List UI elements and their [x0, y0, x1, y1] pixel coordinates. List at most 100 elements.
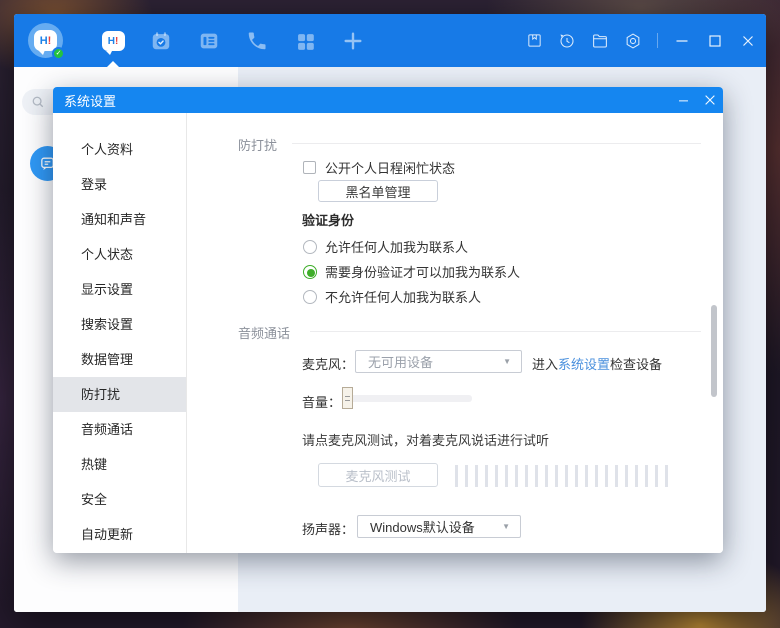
chevron-down-icon: ▼	[502, 522, 510, 531]
plus-icon	[342, 30, 364, 52]
user-avatar[interactable]: H! ✓	[28, 23, 65, 60]
meter-bar	[605, 465, 608, 487]
volume-label: 音量：	[302, 395, 342, 410]
verify-option[interactable]: 不允许任何人加我为联系人	[303, 284, 520, 309]
meter-bar	[455, 465, 458, 487]
speaker-label: 扬声器：	[302, 522, 355, 537]
sidebar-item[interactable]: 音频通话	[53, 412, 186, 447]
hint-suffix: 检查设备	[610, 357, 663, 372]
sidebar-item[interactable]: 防打扰	[53, 377, 186, 412]
add-button[interactable]	[341, 29, 365, 53]
dialog-header[interactable]: 系统设置	[53, 87, 723, 113]
system-settings-link[interactable]: 系统设置	[558, 357, 610, 372]
sidebar-item[interactable]: 热键	[53, 447, 186, 482]
blacklist-manage-button[interactable]: 黑名单管理	[318, 180, 438, 202]
meter-bar	[585, 465, 588, 487]
tab-apps[interactable]	[293, 29, 317, 53]
settings-sidebar: 个人资料 登录 通知和声音 个人状态 显示设置 搜索设置 数据管理 防打扰 音频通话 热键 安全 自动…	[53, 113, 187, 553]
verify-option-label: 需要身份验证才可以加我为联系人	[325, 265, 521, 280]
settings-dialog: 系统设置 个人资料 登录 通知和声音 个人状态 显示设置 搜索设置 数据管理 防打扰 音频通话热…	[53, 87, 723, 553]
dialog-close-button[interactable]	[702, 92, 718, 108]
folder-icon	[591, 32, 609, 50]
volume-slider-track[interactable]	[348, 395, 472, 402]
volume-slider-handle[interactable]	[342, 387, 353, 409]
radio-icon[interactable]	[303, 289, 317, 304]
mic-system-hint: 进入系统设置检查设备	[532, 354, 662, 373]
meter-bar	[545, 465, 548, 487]
speaker-value: Windows默认设备	[370, 520, 475, 535]
sidebar-item[interactable]: 安全	[53, 482, 186, 517]
speaker-select[interactable]: Windows默认设备 ▼	[357, 515, 521, 538]
app-window: H! ✓ H! 系统设置 个人资料 登录 通知和声音 个人状态 显示设置 搜索设…	[14, 14, 766, 612]
settings-button[interactable]	[621, 29, 645, 53]
content-scrollbar[interactable]	[711, 305, 717, 397]
tab-chat[interactable]: H!	[101, 29, 125, 55]
sidebar-item[interactable]: 个人状态	[53, 237, 186, 272]
calendar-icon	[150, 30, 172, 52]
gear-icon	[624, 32, 642, 50]
app-titlebar: H! ✓ H!	[14, 14, 766, 67]
chat-bubble-icon: H!	[101, 31, 125, 55]
window-maximize-button[interactable]	[703, 29, 727, 53]
meter-bar	[575, 465, 578, 487]
section-title-audio: 音频通话	[238, 326, 291, 341]
dialog-body: 个人资料 登录 通知和声音 个人状态 显示设置 搜索设置 数据管理 防打扰 音频通话 热键 安全 自动…	[53, 113, 723, 553]
window-minimize-button[interactable]	[670, 29, 694, 53]
apps-grid-icon	[295, 31, 316, 52]
mic-level-meter	[455, 465, 669, 487]
logo-excl: !	[47, 34, 52, 47]
meter-bar	[635, 465, 638, 487]
mic-test-hint: 请点麦克风测试，对着麦克风说话进行试听	[302, 433, 550, 448]
chat-logo-excl: !	[114, 35, 119, 47]
meter-bar	[665, 465, 668, 487]
verify-option[interactable]: 需要身份验证才可以加我为联系人	[303, 259, 520, 284]
sidebar-item[interactable]: 登录	[53, 167, 186, 202]
mic-test-button[interactable]: 麦克风测试	[318, 463, 438, 487]
close-icon	[740, 33, 756, 49]
sidebar-item[interactable]: 通知和声音	[53, 202, 186, 237]
tab-phone[interactable]	[245, 29, 269, 53]
dialog-controls	[675, 87, 718, 113]
phone-icon	[246, 30, 268, 52]
tab-docs[interactable]	[197, 29, 221, 53]
chevron-down-icon: ▼	[503, 357, 511, 366]
tab-calendar[interactable]	[149, 29, 173, 53]
settings-content: 防打扰 公开个人日程闲忙状态 黑名单管理 验证身份 允许任何人加我为联系人需要身…	[187, 113, 723, 553]
history-button[interactable]	[555, 29, 579, 53]
history-clock-icon	[558, 32, 576, 50]
meter-bar	[655, 465, 658, 487]
checkbox-icon[interactable]	[303, 161, 316, 174]
verify-identity-title: 验证身份	[302, 213, 355, 228]
meter-bar	[595, 465, 598, 487]
minimize-icon	[677, 94, 690, 107]
titlebar-separator	[657, 33, 658, 48]
microphone-select[interactable]: 无可用设备 ▼	[355, 350, 522, 373]
window-close-button[interactable]	[736, 29, 760, 53]
section-title-dnd: 防打扰	[238, 138, 278, 153]
logo-h: H	[39, 34, 48, 47]
microphone-value: 无可用设备	[368, 355, 434, 370]
calendar-busy-checkbox-row[interactable]: 公开个人日程闲忙状态	[303, 158, 455, 177]
meter-bar	[645, 465, 648, 487]
online-status-badge: ✓	[52, 47, 65, 60]
radio-icon[interactable]	[303, 264, 317, 279]
sidebar-item[interactable]: 自动更新	[53, 517, 186, 552]
meter-bar	[615, 465, 618, 487]
sidebar-item[interactable]: 搜索设置	[53, 307, 186, 342]
meter-bar	[475, 465, 478, 487]
radio-icon[interactable]	[303, 239, 317, 254]
verify-option[interactable]: 允许任何人加我为联系人	[303, 234, 520, 259]
minimize-icon	[674, 33, 690, 49]
section-divider	[310, 331, 701, 332]
folder-button[interactable]	[588, 29, 612, 53]
verify-options: 允许任何人加我为联系人需要身份验证才可以加我为联系人不允许任何人加我为联系人	[303, 234, 520, 309]
sidebar-item[interactable]: 数据管理	[53, 342, 186, 377]
hint-prefix: 进入	[532, 357, 559, 372]
meter-bar	[625, 465, 628, 487]
sidebar-item[interactable]: 个人资料	[53, 132, 186, 167]
meter-bar	[555, 465, 558, 487]
dialog-minimize-button[interactable]	[675, 92, 691, 108]
archive-button[interactable]	[522, 29, 546, 53]
sidebar-item[interactable]: 显示设置	[53, 272, 186, 307]
close-icon	[703, 93, 717, 107]
